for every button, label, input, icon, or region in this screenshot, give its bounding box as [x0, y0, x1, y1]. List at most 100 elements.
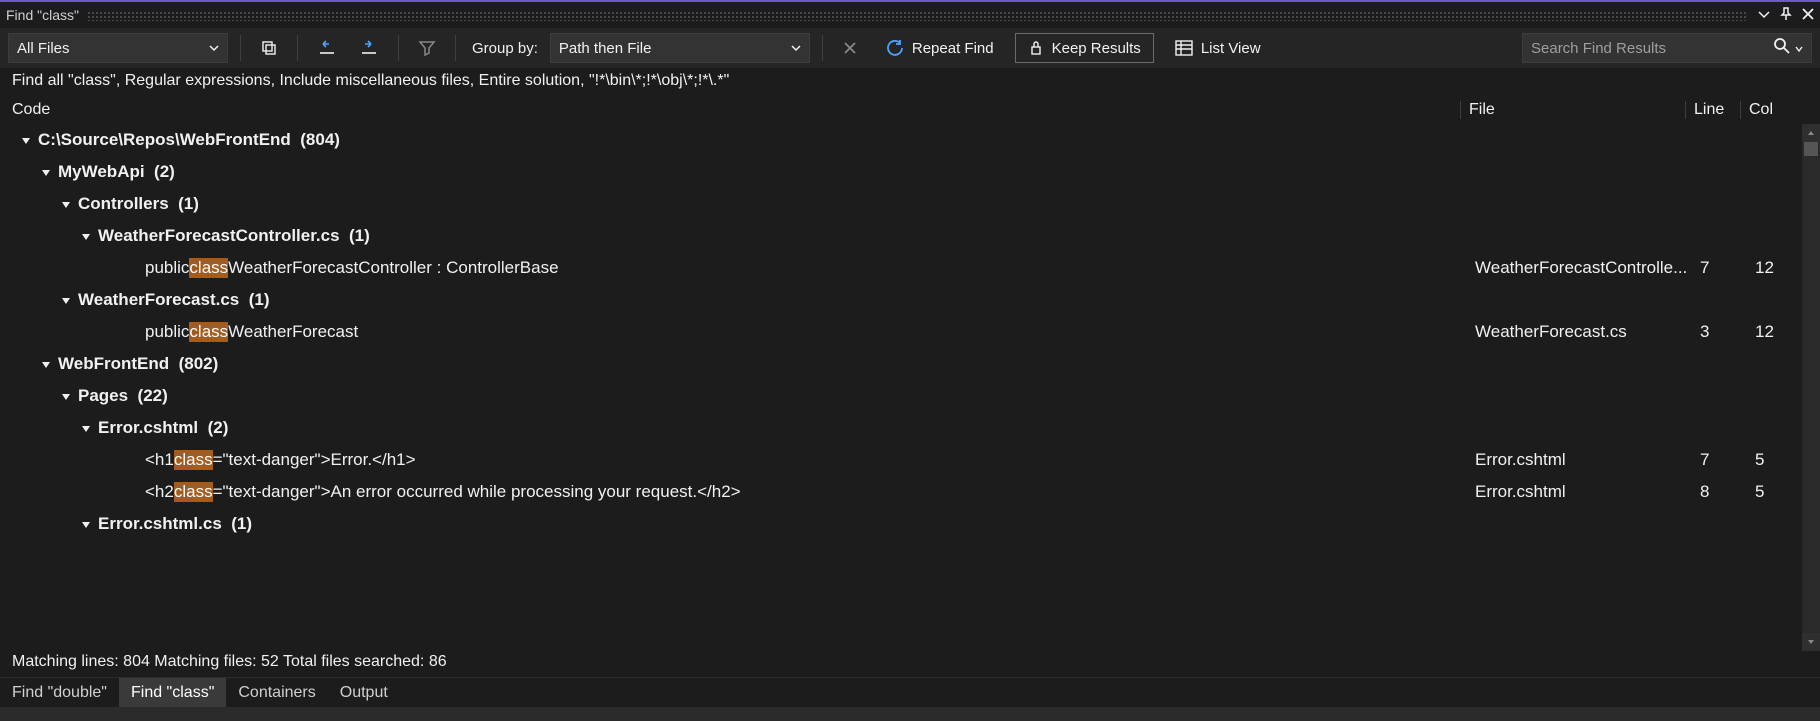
group-count: (804): [300, 130, 340, 150]
toolbar: All Files Gr: [0, 28, 1820, 68]
result-file: WeatherForecast.cs: [1467, 322, 1692, 342]
group-count: (1): [178, 194, 199, 214]
result-file: Error.cshtml: [1467, 450, 1692, 470]
result-line: 7: [1692, 450, 1747, 470]
result-col: 5: [1747, 450, 1802, 470]
group-row-pages[interactable]: Pages (22): [0, 380, 1802, 412]
toolbar-separator: [398, 35, 399, 61]
status-line: Matching lines: 804 Matching files: 52 T…: [0, 651, 1820, 677]
result-row[interactable]: <h2 class="text-danger">An error occurre…: [0, 476, 1802, 508]
group-label: Pages: [78, 386, 128, 406]
results-area: C:\Source\Repos\WebFrontEnd (804) MyWebA…: [0, 124, 1820, 651]
result-col: 12: [1747, 258, 1802, 278]
scope-dropdown-value: All Files: [17, 40, 70, 57]
repeat-find-button[interactable]: Repeat Find: [873, 33, 1007, 63]
group-row-wf-cs[interactable]: WeatherForecast.cs (1): [0, 284, 1802, 316]
tab-find-double[interactable]: Find "double": [0, 678, 119, 707]
group-count: (2): [154, 162, 175, 182]
group-row-root[interactable]: C:\Source\Repos\WebFrontEnd (804): [0, 124, 1802, 156]
group-count: (802): [179, 354, 219, 374]
group-count: (1): [249, 290, 270, 310]
column-code[interactable]: Code: [0, 101, 1460, 119]
group-row-mywebapi[interactable]: MyWebApi (2): [0, 156, 1802, 188]
copy-button[interactable]: [253, 33, 285, 63]
clear-filter-button[interactable]: [411, 33, 443, 63]
tab-containers[interactable]: Containers: [226, 678, 327, 707]
group-count: (2): [208, 418, 229, 438]
search-summary: Find all "class", Regular expressions, I…: [0, 68, 1820, 96]
collapse-icon[interactable]: [60, 390, 72, 402]
group-count: (1): [231, 514, 252, 534]
vertical-scrollbar[interactable]: [1802, 124, 1820, 651]
collapse-icon[interactable]: [80, 230, 92, 242]
delete-button[interactable]: [835, 33, 865, 63]
scope-dropdown[interactable]: All Files: [8, 33, 228, 63]
result-col: 5: [1747, 482, 1802, 502]
group-row-wfc-cs[interactable]: WeatherForecastController.cs (1): [0, 220, 1802, 252]
code-pre: <h2: [145, 482, 174, 502]
group-row-error-cshtml[interactable]: Error.cshtml (2): [0, 412, 1802, 444]
find-results-panel: Find "class" All Files: [0, 0, 1820, 721]
result-file: Error.cshtml: [1467, 482, 1692, 502]
result-row[interactable]: public class WeatherForecastController :…: [0, 252, 1802, 284]
group-by-value: Path then File: [559, 40, 652, 57]
toolbar-separator: [455, 35, 456, 61]
group-row-error-cs[interactable]: Error.cshtml.cs (1): [0, 508, 1802, 540]
search-icon[interactable]: [1773, 37, 1791, 59]
group-count: (1): [349, 226, 370, 246]
tab-find-class[interactable]: Find "class": [119, 678, 226, 707]
column-col[interactable]: Col: [1740, 101, 1800, 119]
group-label: WebFrontEnd: [58, 354, 169, 374]
list-view-button[interactable]: List View: [1162, 33, 1274, 63]
keep-results-label: Keep Results: [1052, 40, 1141, 57]
toolbar-separator: [240, 35, 241, 61]
result-col: 12: [1747, 322, 1802, 342]
next-result-button[interactable]: [352, 33, 386, 63]
search-results-box[interactable]: [1522, 33, 1812, 63]
group-by-dropdown[interactable]: Path then File: [550, 33, 810, 63]
code-match: class: [189, 322, 228, 342]
collapse-icon[interactable]: [40, 358, 52, 370]
group-label: C:\Source\Repos\WebFrontEnd: [38, 130, 291, 150]
collapse-icon[interactable]: [60, 294, 72, 306]
group-label: WeatherForecastController.cs: [98, 226, 340, 246]
window-menu-icon[interactable]: [1758, 7, 1770, 23]
code-post: WeatherForecastController : ControllerBa…: [228, 258, 558, 278]
collapse-icon[interactable]: [40, 166, 52, 178]
collapse-icon[interactable]: [20, 134, 32, 146]
result-row[interactable]: <h1 class="text-danger">Error.</h1> Erro…: [0, 444, 1802, 476]
toolbar-separator: [822, 35, 823, 61]
group-count: (22): [138, 386, 168, 406]
code-post: ="text-danger">Error.</h1>: [213, 450, 416, 470]
close-icon[interactable]: [1802, 7, 1814, 23]
code-post: ="text-danger">An error occurred while p…: [213, 482, 741, 502]
group-row-webfrontend[interactable]: WebFrontEnd (802): [0, 348, 1802, 380]
tab-output[interactable]: Output: [328, 678, 400, 707]
scroll-thumb[interactable]: [1804, 142, 1818, 156]
scroll-down-icon[interactable]: [1802, 633, 1820, 651]
collapse-icon[interactable]: [80, 422, 92, 434]
code-match: class: [174, 450, 213, 470]
collapse-icon[interactable]: [60, 198, 72, 210]
keep-results-button[interactable]: Keep Results: [1015, 33, 1154, 63]
panel-titlebar: Find "class": [0, 2, 1820, 28]
chevron-down-icon[interactable]: [1795, 40, 1803, 57]
scroll-up-icon[interactable]: [1802, 124, 1820, 142]
group-row-controllers[interactable]: Controllers (1): [0, 188, 1802, 220]
panel-title: Find "class": [6, 7, 87, 23]
result-row[interactable]: public class WeatherForecast WeatherFore…: [0, 316, 1802, 348]
titlebar-grip[interactable]: [87, 11, 1748, 21]
chevron-down-icon: [209, 40, 219, 57]
collapse-icon[interactable]: [80, 518, 92, 530]
pin-icon[interactable]: [1780, 7, 1792, 24]
footer-bar: [0, 707, 1820, 721]
prev-result-button[interactable]: [310, 33, 344, 63]
code-match: class: [174, 482, 213, 502]
column-line[interactable]: Line: [1685, 101, 1740, 119]
search-results-input[interactable]: [1531, 40, 1773, 57]
group-label: MyWebApi: [58, 162, 145, 182]
group-label: Error.cshtml: [98, 418, 198, 438]
group-by-label: Group by:: [468, 40, 542, 57]
column-file[interactable]: File: [1460, 101, 1685, 119]
group-label: Error.cshtml.cs: [98, 514, 222, 534]
